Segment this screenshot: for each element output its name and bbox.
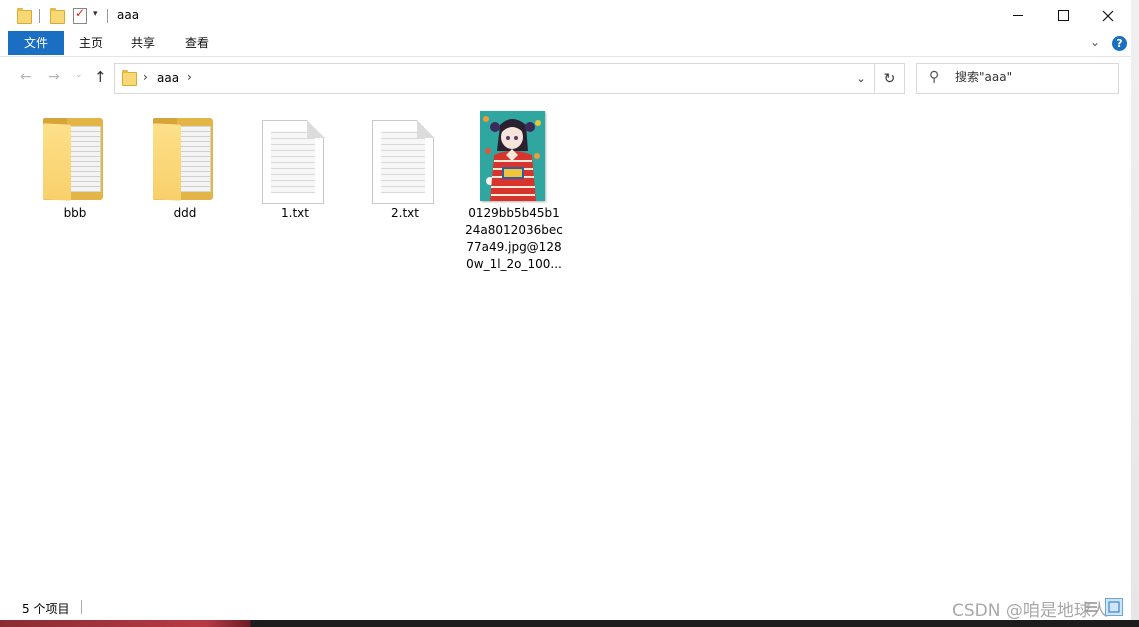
tab-view[interactable]: 查看 xyxy=(178,31,216,55)
title-bar: ▾ aaa xyxy=(0,0,1131,31)
file-name: 1.txt xyxy=(281,206,309,220)
up-button[interactable]: ↑ xyxy=(94,68,107,86)
search-box[interactable]: ⚲ xyxy=(916,63,1119,94)
image-thumbnail xyxy=(480,111,545,201)
file-name: 2.txt xyxy=(391,206,419,220)
ribbon-expand-icon[interactable]: ⌄ xyxy=(1090,35,1100,49)
page-fold xyxy=(307,120,325,138)
tab-file[interactable]: 文件 xyxy=(8,31,64,55)
file-name: ddd xyxy=(173,206,197,220)
navigation-bar: ← → ⌄ ↑ › aaa › ⌄ ↻ ⚲ xyxy=(0,57,1131,99)
close-button[interactable] xyxy=(1085,0,1131,31)
list-item-file-1-txt[interactable]: 1.txt xyxy=(240,106,350,226)
minimize-button[interactable] xyxy=(995,0,1041,31)
back-button[interactable]: ← xyxy=(20,69,32,85)
search-icon: ⚲ xyxy=(929,69,940,85)
breadcrumb-chevron-icon[interactable]: › xyxy=(187,70,192,84)
taskbar-strip xyxy=(0,620,1139,627)
tab-share[interactable]: 共享 xyxy=(124,31,162,55)
maximize-button[interactable] xyxy=(1040,0,1086,31)
ribbon-tabs: 文件 主页 共享 查看 ⌄ ? xyxy=(0,31,1131,57)
refresh-button[interactable]: ↻ xyxy=(875,64,904,93)
folder-icon xyxy=(43,118,105,201)
window-title: aaa xyxy=(117,8,140,22)
forward-button[interactable]: → xyxy=(48,69,60,85)
kimono-girl-thumbnail-icon xyxy=(480,111,545,201)
breadcrumb-item[interactable]: aaa xyxy=(157,71,179,85)
status-divider xyxy=(81,600,82,614)
file-name-line: 0129bb5b45b1 xyxy=(468,206,560,220)
help-icon[interactable]: ? xyxy=(1112,36,1127,51)
breadcrumb-chevron-icon[interactable]: › xyxy=(143,70,148,84)
list-item-file-2-txt[interactable]: 2.txt xyxy=(350,106,460,226)
explorer-window: ▾ aaa 文件 主页 共享 查看 ⌄ ? ← → ⌄ ↑ xyxy=(0,0,1132,621)
file-name-line: 24a8012036bec xyxy=(465,223,563,237)
folder-icon xyxy=(153,118,215,201)
minimize-icon xyxy=(1013,15,1023,16)
toolbar-separator xyxy=(107,9,108,23)
page-fold xyxy=(417,120,435,138)
quick-access-dropdown-icon[interactable]: ▾ xyxy=(93,9,98,19)
list-item-folder-ddd[interactable]: ddd xyxy=(130,106,240,226)
file-list-view: bbb ddd 1.txt 2.txt 0129bb5b45b1 24a8012… xyxy=(0,100,1131,590)
large-icons-view-icon xyxy=(1108,601,1120,613)
recent-locations-button[interactable]: ⌄ xyxy=(75,70,83,80)
close-icon xyxy=(1102,10,1114,21)
address-bar[interactable]: › aaa › ⌄ ↻ xyxy=(114,63,905,94)
list-item-folder-bbb[interactable]: bbb xyxy=(20,106,130,226)
file-name-line: 77a49.jpg@128 xyxy=(466,240,562,254)
tab-home[interactable]: 主页 xyxy=(72,31,110,55)
file-name: bbb xyxy=(63,206,87,220)
search-input[interactable] xyxy=(955,70,1105,84)
properties-icon[interactable] xyxy=(73,6,87,24)
desktop-background xyxy=(1131,0,1139,627)
maximize-icon xyxy=(1057,10,1069,21)
status-item-count: 5 个项目 xyxy=(22,602,70,616)
file-name: 0129bb5b45b1 24a8012036bec 77a49.jpg@128… xyxy=(459,205,569,273)
watermark: CSDN @咱是地球人 xyxy=(952,601,1108,621)
file-name-line: 0w_1l_2o_100... xyxy=(466,257,562,271)
toolbar-separator xyxy=(39,9,40,23)
address-dropdown-button[interactable]: ⌄ xyxy=(848,64,874,93)
